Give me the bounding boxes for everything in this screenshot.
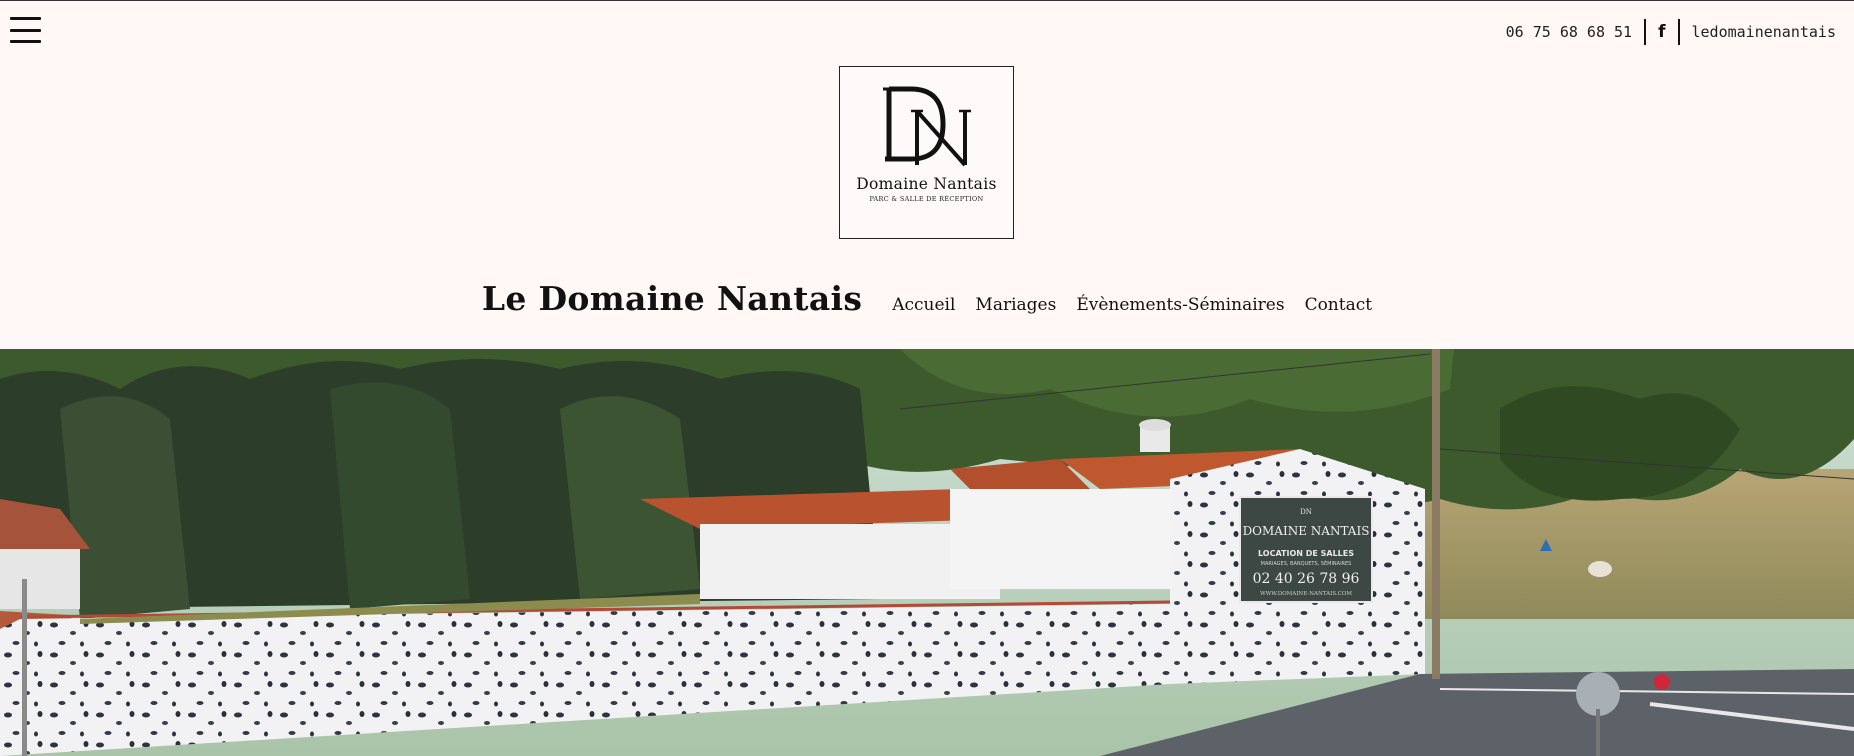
sign-line1: LOCATION DE SALLES: [1258, 549, 1354, 558]
phone-link[interactable]: 06 75 68 68 51: [1506, 23, 1632, 41]
logo-name: Domaine Nantais: [856, 175, 997, 193]
logo-monogram: [882, 86, 971, 167]
sign-url: WWW.DOMAINE-NANTAIS.COM: [1260, 591, 1352, 597]
divider: [1677, 19, 1680, 45]
site-logo[interactable]: Domaine Nantais PARC & SALLE DE RÉCEPTIO…: [839, 66, 1014, 239]
divider: [1644, 19, 1647, 45]
nav-item-accueil[interactable]: Accueil: [892, 295, 955, 315]
sign-name: DOMAINE NANTAIS: [1243, 524, 1370, 538]
nav-item-evenements-seminaires[interactable]: Évènements-Séminaires: [1076, 295, 1284, 315]
hamburger-menu-icon[interactable]: [10, 17, 41, 43]
facebook-icon[interactable]: f: [1658, 22, 1665, 42]
hero-photo-illustration: DN DOMAINE NANTAIS LOCATION DE SALLES MA…: [0, 349, 1854, 756]
sign-line2: MARIAGES, BANQUETS, SÉMINAIRES: [1261, 559, 1352, 567]
sign-phone: 02 40 26 78 96: [1253, 571, 1360, 587]
social-handle-link[interactable]: ledomainenantais: [1692, 23, 1837, 41]
main-navigation: Le Domaine Nantais Accueil Mariages Évèn…: [0, 279, 1854, 318]
nav-item-mariages[interactable]: Mariages: [975, 295, 1056, 315]
hero-image: DN DOMAINE NANTAIS LOCATION DE SALLES MA…: [0, 349, 1854, 756]
brand-title[interactable]: Le Domaine Nantais: [482, 279, 862, 318]
sign-monogram: DN: [1300, 508, 1312, 516]
logo-subtitle: PARC & SALLE DE RÉCEPTION: [869, 195, 984, 203]
nav-item-contact[interactable]: Contact: [1305, 295, 1373, 315]
top-contact-bar: 06 75 68 68 51 f ledomainenantais: [1506, 19, 1836, 45]
